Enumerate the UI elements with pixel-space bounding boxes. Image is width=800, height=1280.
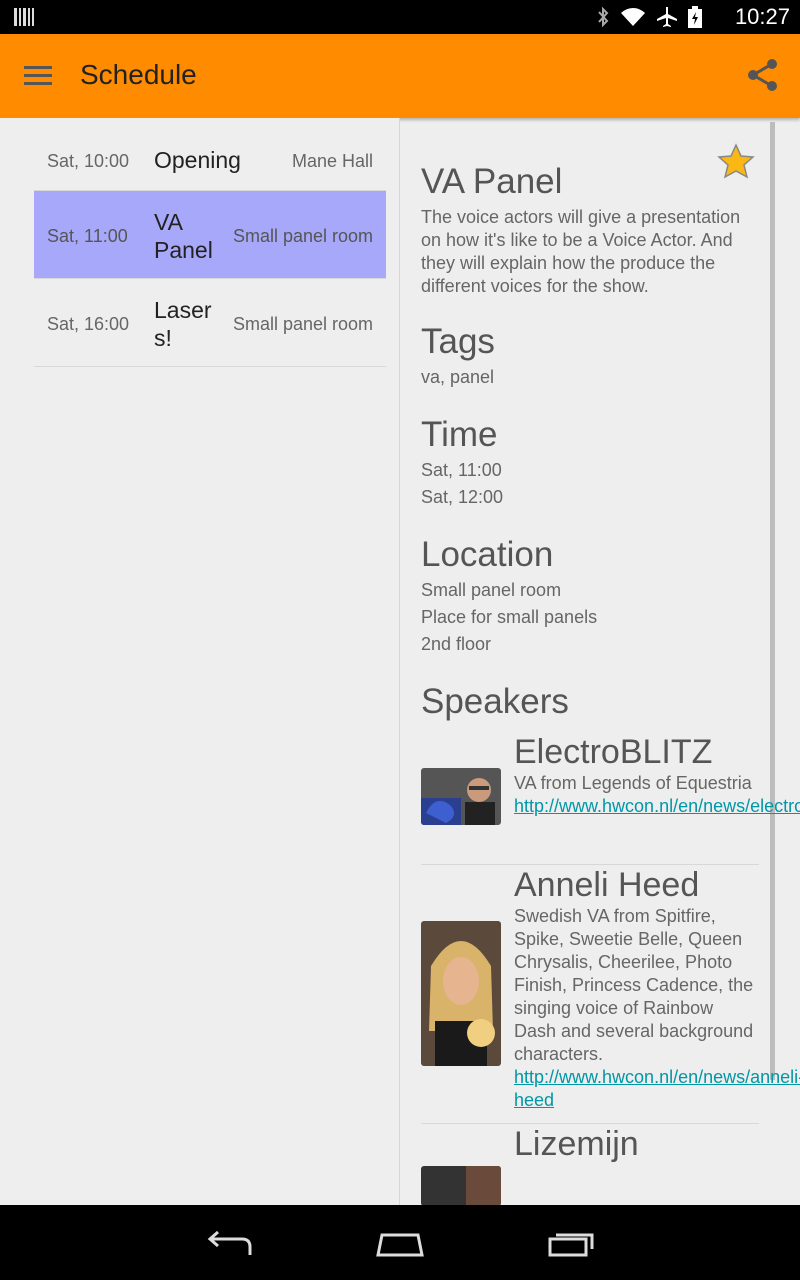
schedule-item-name: VA Panel (154, 209, 213, 263)
schedule-list: Sat, 10:00 Opening Mane Hall Sat, 11:00 … (34, 118, 386, 367)
speaker-name: Anneli Heed (514, 866, 700, 904)
event-detail-content: VA Panel The voice actors will give a pr… (421, 162, 800, 1205)
status-bar: 10:27 (0, 0, 800, 34)
share-icon[interactable] (746, 58, 780, 92)
recents-icon[interactable] (542, 1225, 598, 1261)
speaker-name: ElectroBLITZ (514, 733, 713, 771)
location-heading: Location (421, 535, 554, 574)
home-icon[interactable] (372, 1225, 428, 1261)
schedule-item-name: Lasers! (154, 297, 212, 351)
speaker-photo (421, 1166, 501, 1205)
speaker-card: Anneli Heed Swedish VA from Spitfire, Sp… (421, 865, 800, 1124)
detail-scrollbar[interactable] (770, 122, 775, 1080)
speaker-description: VA from Legends of Equestria (514, 773, 752, 793)
event-time-start: Sat, 11:00 (421, 460, 502, 480)
bluetooth-icon (598, 6, 609, 28)
time-heading: Time (421, 415, 498, 454)
location-name: Small panel room (421, 580, 562, 600)
speaker-name: Lizemijn (514, 1125, 639, 1163)
speaker-link[interactable]: http://www.hwcon.nl/en/news/anneli-heed (514, 1066, 800, 1112)
location-floor: 2nd floor (421, 634, 492, 654)
speaker-card: Lizemijn (421, 1124, 759, 1205)
back-icon[interactable] (202, 1225, 258, 1261)
schedule-item-time: Sat, 11:00 (47, 226, 128, 246)
schedule-item-opening[interactable]: Sat, 10:00 Opening Mane Hall (34, 118, 386, 191)
airplane-mode-icon (657, 7, 677, 27)
system-nav-bar (0, 1205, 800, 1280)
schedule-item-name: Opening (154, 147, 241, 173)
wifi-icon (621, 8, 645, 26)
speaker-photo (421, 921, 501, 1066)
speaker-link[interactable]: http://www.hwcon.nl/en/news/electroblitz (514, 795, 800, 818)
schedule-item-time: Sat, 10:00 (47, 151, 130, 171)
event-tags: va, panel (421, 367, 495, 387)
schedule-item-time: Sat, 16:00 (47, 314, 130, 334)
speaker-description: Swedish VA from Spitfire, Spike, Sweetie… (514, 906, 754, 1064)
speakers-heading: Speakers (421, 682, 569, 721)
speaker-card: ElectroBLITZ VA from Legends of Equestri… (421, 732, 800, 865)
schedule-item-lasers[interactable]: Sat, 16:00 Lasers! Small panel room (34, 279, 386, 367)
app-bar-title: Schedule (80, 59, 197, 90)
schedule-item-room: Mane Hall (291, 151, 373, 171)
hamburger-menu-icon[interactable] (24, 64, 52, 86)
barcode-notification-icon (14, 8, 34, 26)
location-description: Place for small panels (421, 607, 598, 627)
event-title: VA Panel (421, 162, 563, 201)
event-description: The voice actors will give a presentatio… (421, 207, 741, 296)
battery-charging-icon (688, 6, 702, 28)
schedule-item-room: Small panel room (232, 314, 373, 334)
tags-heading: Tags (421, 322, 495, 361)
schedule-item-room: Small panel room (232, 226, 373, 246)
event-detail-pane[interactable]: VA Panel The voice actors will give a pr… (400, 118, 800, 1205)
schedule-item-va-panel[interactable]: Sat, 11:00 VA Panel Small panel room (34, 191, 386, 279)
status-clock: 10:27 (734, 4, 790, 29)
event-time-end: Sat, 12:00 (421, 487, 504, 507)
speaker-photo (421, 768, 501, 825)
schedule-list-pane: Sat, 10:00 Opening Mane Hall Sat, 11:00 … (0, 118, 399, 1205)
app-bar: Schedule (0, 34, 800, 118)
